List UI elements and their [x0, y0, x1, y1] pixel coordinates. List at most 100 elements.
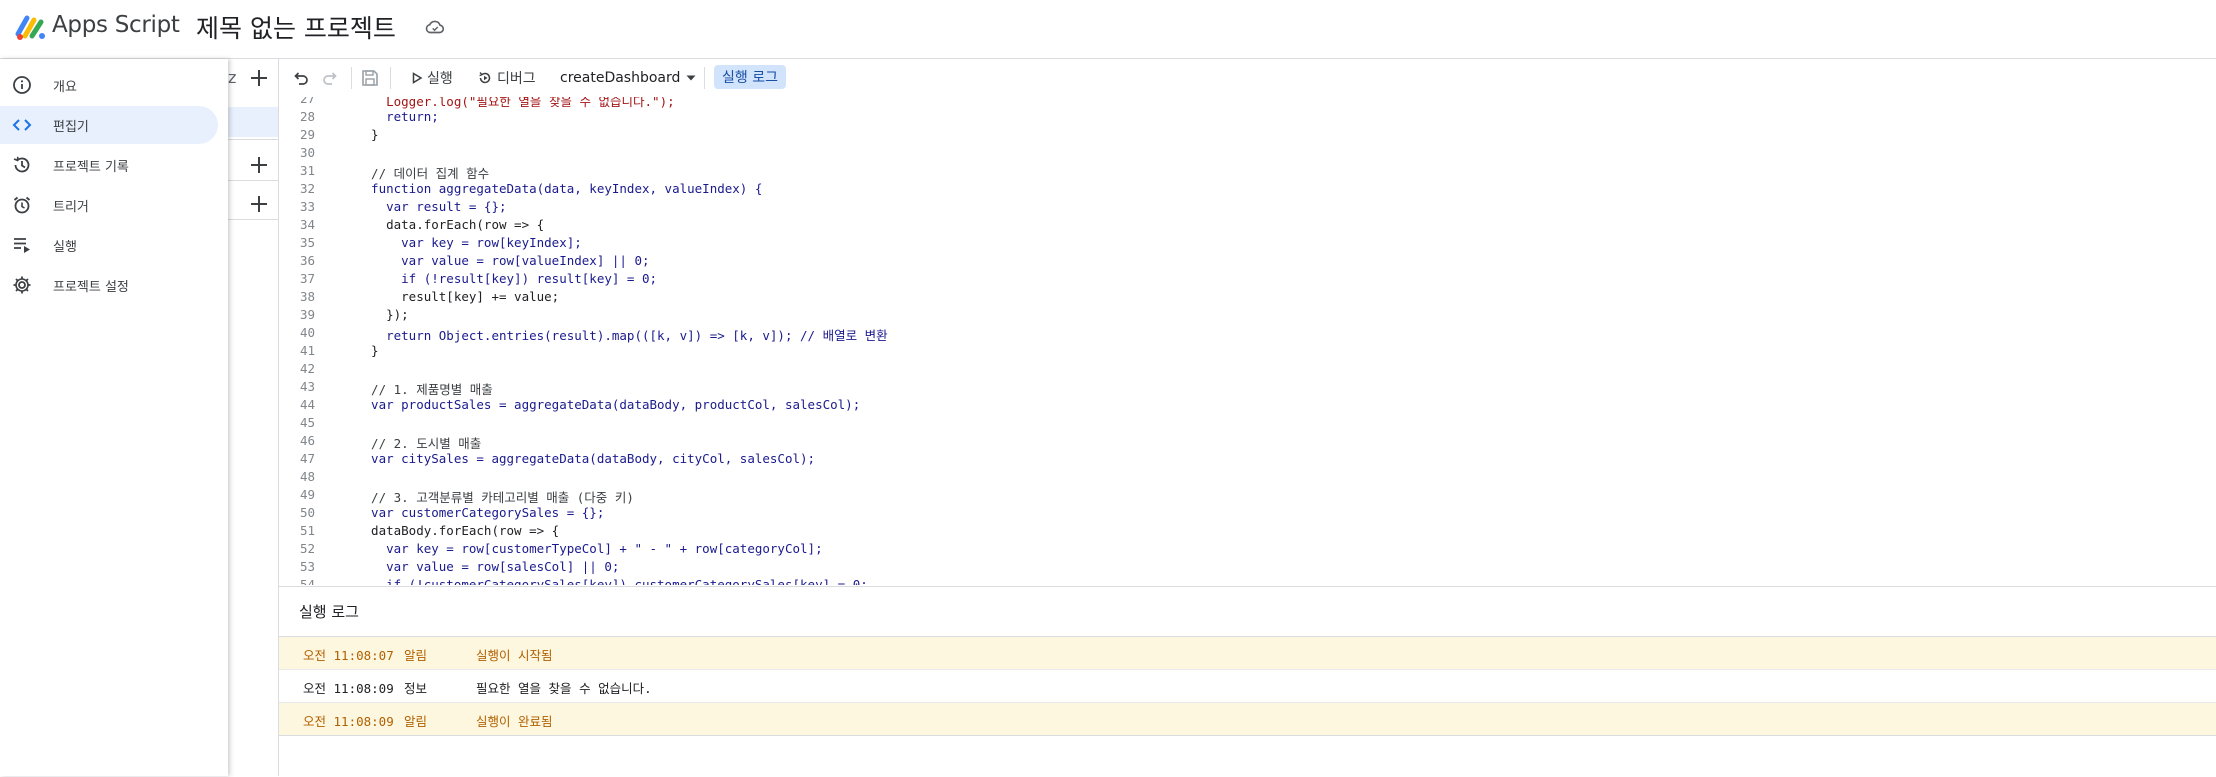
code-text: return;	[356, 109, 439, 124]
line-number: 28	[299, 109, 315, 124]
code-editor[interactable]: 27 Logger.log("필요한 열을 찾을 수 없습니다."); 28 re…	[279, 97, 2216, 585]
line-number: 27	[299, 97, 315, 106]
redo-icon[interactable]	[320, 68, 340, 88]
code-text: var key = row[customerTypeCol] + " - " +…	[356, 541, 823, 556]
line-number: 44	[299, 397, 315, 412]
selected-file-row[interactable]	[228, 107, 278, 137]
line-number: 54	[299, 577, 315, 585]
run-button-label: 실행	[427, 71, 453, 87]
code-line: 41 }	[279, 343, 2216, 361]
nav-item-label: 트리거	[53, 200, 89, 215]
apps-script-logo[interactable]	[14, 12, 48, 42]
sort-icon[interactable]: z	[228, 68, 236, 87]
code-text: }	[356, 127, 379, 142]
line-number: 51	[299, 523, 315, 538]
code-line: 51 dataBody.forEach(row => {	[279, 523, 2216, 541]
log-message: 실행이 시작됨	[476, 648, 553, 663]
nav-item-settings[interactable]: 프로젝트 설정	[0, 266, 218, 304]
code-text: return Object.entries(result).map(([k, v…	[356, 328, 888, 343]
code-text: // 1. 제품명별 매출	[356, 382, 493, 397]
line-number: 50	[299, 505, 315, 520]
toolbar-divider	[390, 67, 391, 89]
code-line: 53 var value = row[salesCol] || 0;	[279, 559, 2216, 577]
nav-item-executions[interactable]: 실행	[0, 226, 218, 264]
code-text: if (!result[key]) result[key] = 0;	[356, 271, 658, 286]
nav-item-history[interactable]: 프로젝트 기록	[0, 146, 218, 184]
code-text: var value = row[valueIndex] || 0;	[356, 253, 650, 268]
editor-toolbar: 실행 디버그 createDashboard 실행 로그	[279, 59, 2216, 98]
app-name: Apps Script	[52, 12, 180, 38]
line-number: 45	[299, 415, 315, 430]
code-line: 52 var key = row[customerTypeCol] + " - …	[279, 541, 2216, 559]
code-text: var value = row[salesCol] || 0;	[356, 559, 620, 574]
function-select[interactable]: createDashboard	[560, 65, 698, 91]
log-row: 오전 11:08:09 알림 실행이 완료됨	[279, 703, 2216, 735]
divider	[228, 139, 278, 140]
nav-item-label: 개요	[53, 80, 77, 95]
code-text: function aggregateData(data, keyIndex, v…	[356, 181, 763, 196]
line-number: 34	[299, 217, 315, 232]
line-number: 37	[299, 271, 315, 286]
nav-item-triggers[interactable]: 트리거	[0, 186, 218, 224]
code-line: 33 var result = {};	[279, 199, 2216, 217]
log-time: 오전 11:08:09	[303, 681, 394, 696]
code-line: 39 });	[279, 307, 2216, 325]
run-button[interactable]: 실행	[411, 65, 453, 91]
execution-log-button[interactable]: 실행 로그	[714, 65, 786, 89]
debug-button[interactable]: 디버그	[477, 65, 536, 91]
add-service-icon[interactable]	[248, 193, 270, 215]
line-number: 48	[299, 469, 315, 484]
function-select-value: createDashboard	[560, 70, 681, 86]
log-row: 오전 11:08:07 알림 실행이 시작됨	[279, 637, 2216, 670]
add-library-icon[interactable]	[248, 154, 270, 176]
undo-icon[interactable]	[291, 68, 311, 88]
code-line: 45	[279, 415, 2216, 433]
code-line: 47 var citySales = aggregateData(dataBod…	[279, 451, 2216, 469]
code-line: 36 var value = row[valueIndex] || 0;	[279, 253, 2216, 271]
line-number: 53	[299, 559, 315, 574]
code-line: 49 // 3. 고객분류별 카테고리별 매출 (다중 키)	[279, 487, 2216, 505]
code-text: if (!customerCategorySales[key]) custome…	[356, 577, 868, 585]
execution-log-table: 오전 11:08:07 알림 실행이 시작됨 오전 11:08:09 정보 필요…	[279, 636, 2216, 736]
play-icon	[412, 72, 423, 84]
toolbar-divider	[704, 67, 705, 89]
code-line: 43 // 1. 제품명별 매출	[279, 379, 2216, 397]
log-message: 필요한 열을 찾을 수 없습니다.	[476, 681, 652, 696]
code-line: 42	[279, 361, 2216, 379]
code-line: 35 var key = row[keyIndex];	[279, 235, 2216, 253]
executions-icon	[12, 235, 32, 255]
save-icon[interactable]	[360, 68, 380, 88]
code-text: var citySales = aggregateData(dataBody, …	[356, 451, 816, 466]
nav-item-overview[interactable]: 개요	[0, 66, 218, 104]
cloud-saved-icon[interactable]	[424, 16, 446, 38]
nav-item-label: 실행	[53, 240, 77, 255]
line-number: 46	[299, 433, 315, 448]
log-severity: 알림	[404, 714, 428, 729]
line-number: 47	[299, 451, 315, 466]
info-icon	[12, 75, 32, 95]
code-text: // 2. 도시별 매출	[356, 436, 482, 451]
code-text: var customerCategorySales = {};	[356, 505, 605, 520]
code-line: 48	[279, 469, 2216, 487]
line-number: 49	[299, 487, 315, 502]
code-line: 54 if (!customerCategorySales[key]) cust…	[279, 577, 2216, 585]
nav-item-editor[interactable]: 편집기	[0, 106, 218, 144]
line-number: 39	[299, 307, 315, 322]
add-file-icon[interactable]	[248, 67, 270, 89]
nav-item-label: 프로젝트 기록	[53, 160, 129, 175]
log-time: 오전 11:08:09	[303, 714, 394, 729]
code-text: }	[356, 343, 379, 358]
code-text: result[key] += value;	[356, 289, 560, 304]
divider	[228, 219, 278, 220]
code-icon	[12, 115, 32, 135]
project-title[interactable]: 제목 없는 프로젝트	[196, 9, 396, 45]
code-line: 38 result[key] += value;	[279, 289, 2216, 307]
execution-log-panel: 실행 로그 오전 11:08:07 알림 실행이 시작됨 오전 11:08:09…	[279, 586, 2216, 777]
code-text: var productSales = aggregateData(dataBod…	[356, 397, 861, 412]
log-severity: 정보	[404, 681, 428, 696]
divider	[228, 180, 278, 181]
code-line: 29 }	[279, 127, 2216, 145]
log-row: 오전 11:08:09 정보 필요한 열을 찾을 수 없습니다.	[279, 670, 2216, 703]
alarm-icon	[12, 195, 32, 215]
log-message: 실행이 완료됨	[476, 714, 553, 729]
